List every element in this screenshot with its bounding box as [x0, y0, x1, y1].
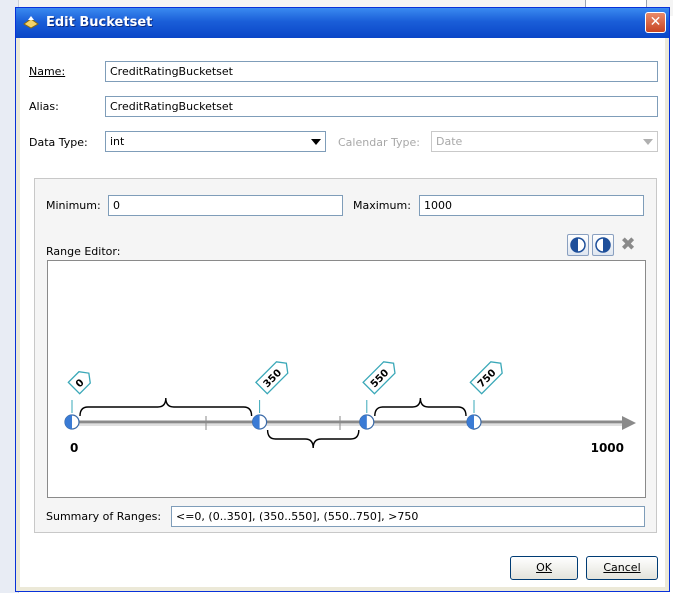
edit-bucketset-dialog: Edit Bucketset ✕ Name: CreditRatingBucke…: [15, 7, 670, 592]
range-brace[interactable]: [266, 429, 360, 449]
summary-label: Summary of Ranges:: [46, 510, 162, 523]
range-brace[interactable]: [374, 397, 467, 417]
cancel-label: Cancel: [603, 561, 641, 574]
chevron-down-icon: [643, 139, 653, 145]
range-editor-canvas[interactable]: 0 1000 0 350 550 750: [47, 260, 646, 498]
data-type-value: int: [110, 135, 125, 148]
range-editor-svg[interactable]: 0 1000 0 350 550 750: [48, 261, 645, 497]
calendar-type-label: Calendar Type:: [338, 136, 420, 149]
cancel-button[interactable]: Cancel: [586, 556, 658, 580]
range-brace[interactable]: [79, 397, 253, 417]
delete-range-button[interactable]: ✖: [617, 234, 639, 256]
delete-icon: ✖: [620, 234, 636, 255]
axis-end-label: 1000: [591, 441, 624, 455]
split-right-icon: [595, 237, 611, 253]
dialog-body: Name: CreditRatingBucketset Alias: Credi…: [20, 38, 665, 587]
name-label-text: Name:: [29, 65, 66, 78]
data-type-label: Data Type:: [29, 136, 88, 149]
name-field[interactable]: CreditRatingBucketset: [105, 61, 658, 82]
summary-field[interactable]: <=0, (0..350], (350..550], (550..750], >…: [171, 506, 645, 527]
chevron-down-icon: [311, 139, 321, 145]
boundary-tag[interactable]: 350: [255, 358, 292, 395]
dialog-titlebar[interactable]: Edit Bucketset ✕: [16, 8, 669, 38]
ok-button[interactable]: OK: [510, 556, 578, 580]
boundary-tag[interactable]: 0: [67, 367, 94, 395]
range-group: Minimum: 0 Maximum: 1000 Range Editor: ✖: [34, 178, 657, 533]
close-button[interactable]: ✕: [645, 12, 666, 33]
axis-start-label: 0: [70, 441, 78, 455]
calendar-type-select[interactable]: Date: [431, 131, 658, 152]
name-label: Name:: [29, 65, 65, 78]
alias-field[interactable]: CreditRatingBucketset: [105, 96, 658, 117]
bucketset-icon: [23, 16, 39, 29]
boundary-tag[interactable]: 750: [469, 358, 506, 395]
ok-label: OK: [536, 561, 552, 574]
data-type-select[interactable]: int: [105, 131, 326, 152]
calendar-type-value: Date: [436, 135, 463, 148]
boundary-marker-half: [467, 415, 474, 429]
boundary-tag[interactable]: 550: [362, 358, 399, 395]
split-right-button[interactable]: [592, 234, 614, 256]
maximum-field[interactable]: 1000: [419, 195, 644, 216]
boundary-marker-half: [252, 415, 260, 429]
split-left-icon: [570, 237, 586, 253]
alias-label: Alias:: [29, 100, 59, 113]
split-left-button[interactable]: [567, 234, 589, 256]
maximum-label: Maximum:: [353, 199, 411, 212]
axis-arrow-icon: [622, 416, 636, 430]
range-editor-label: Range Editor:: [46, 245, 121, 258]
dialog-title: Edit Bucketset: [46, 15, 153, 30]
minimum-field[interactable]: 0: [108, 195, 343, 216]
boundary-marker-half: [65, 415, 72, 429]
boundary-marker-half: [359, 415, 367, 429]
minimum-label: Minimum:: [46, 199, 101, 212]
close-icon: ✕: [649, 14, 662, 30]
